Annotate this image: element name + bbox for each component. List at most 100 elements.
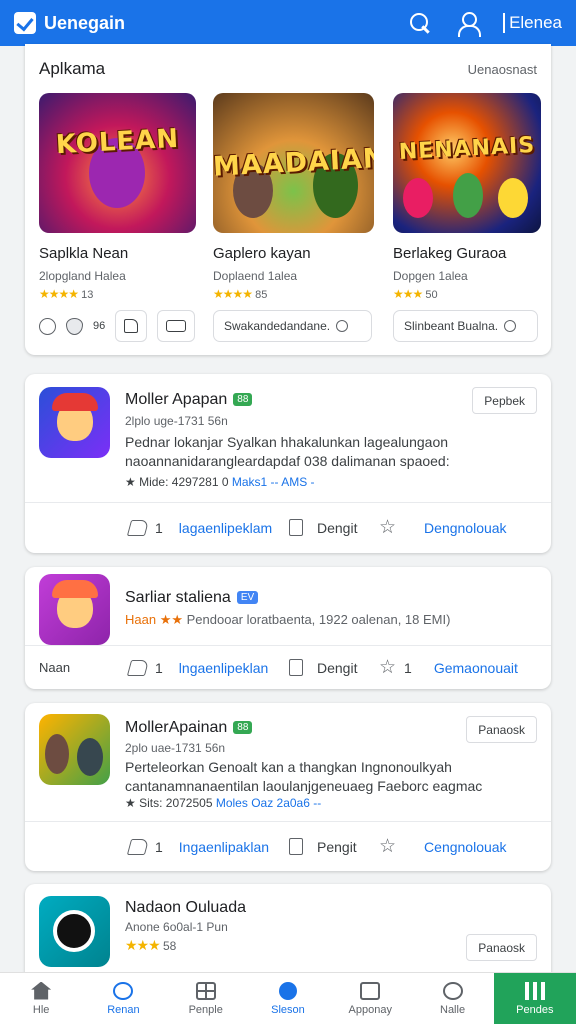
stats-value: 4297281 0 [171, 475, 229, 489]
app-icon [39, 896, 110, 967]
share-icon [126, 659, 150, 676]
account-icon[interactable] [455, 10, 482, 37]
star-label: Cengnolouak [424, 838, 507, 855]
game-name: Berlakeg Guraoa [393, 245, 507, 262]
character-figure [498, 178, 528, 218]
featured-more-link[interactable]: Uenaosnast [468, 62, 537, 77]
nav-item-renan[interactable]: Renan [82, 973, 164, 1024]
search-icon [336, 320, 349, 332]
star-action[interactable]: ☆ 1 Gemaonouait [379, 658, 518, 677]
header-link[interactable]: Elenea [503, 13, 562, 33]
share-icon [126, 838, 150, 855]
stats-link[interactable]: Maks1 -- AMS - [232, 475, 315, 489]
app-card[interactable]: Nadaon Ouluada Anone 6o0al-1 Pun ★★★ 58 … [25, 884, 551, 984]
nav-label: Sleson [271, 1003, 305, 1016]
app-action-row: 1 lagaenlipeklam Dengit ☆ Dengnolouak [25, 502, 551, 552]
app-card[interactable]: Sarliar staliena EV Haan ★★ Pendooar lora… [25, 567, 551, 689]
game-rating: ★★★★ 13 [39, 287, 196, 301]
document-icon [289, 519, 303, 536]
document-action[interactable]: Dengit [289, 519, 357, 536]
share-action[interactable]: 1 lagaenlipeklam [126, 519, 272, 536]
rating-value: 13 [81, 289, 94, 301]
app-icon [39, 714, 110, 785]
install-button[interactable]: Panaosk [466, 716, 537, 743]
rating-stars-icon: ★★★★ [213, 287, 253, 301]
character-figure [403, 178, 433, 218]
featured-action-label: Slinbeant Bualna. [404, 319, 499, 333]
app-tag: EV [236, 591, 259, 605]
game-developer: 2lopgland Halea [39, 269, 126, 283]
meta-text: Pendooar loratbaenta, 1922 oalenan, 18 E… [186, 612, 451, 627]
gamepad-icon [166, 320, 187, 332]
document-label: Dengit [317, 659, 358, 676]
banner-title: KOLEAN [55, 123, 180, 161]
nav-item-penple[interactable]: Penple [165, 973, 247, 1024]
featured-action-button[interactable]: Swakandedandane. [213, 310, 372, 342]
star-label: Gemaonouait [433, 659, 518, 676]
app-name: Sarliar staliena EV [125, 589, 259, 607]
star-action[interactable]: ☆ Dengnolouak [379, 518, 507, 537]
star-label: Dengnolouak [424, 519, 507, 536]
document-icon [289, 838, 303, 855]
document-label: Dengit [317, 519, 358, 536]
nav-item-sleson[interactable]: Sleson [247, 973, 329, 1024]
hat-icon [52, 393, 98, 411]
nav-item-apponay[interactable]: Apponay [329, 973, 411, 1024]
meta-prefix: Haan ★★ [125, 612, 183, 627]
share-action[interactable]: 1 lngaenlipeklan [126, 659, 268, 676]
install-button[interactable]: Panaosk [466, 934, 537, 961]
document-action[interactable]: Pengit [289, 838, 357, 855]
hat-icon [52, 580, 98, 598]
install-button[interactable]: Pepbek [472, 387, 537, 414]
rating-value: 50 [425, 289, 438, 301]
bomb-icon [53, 910, 95, 952]
gamepad-button[interactable] [157, 310, 196, 342]
mini-count: 96 [93, 320, 106, 332]
app-logo-icon [14, 12, 36, 34]
nav-item-nalle[interactable]: Nalle [411, 973, 493, 1024]
nav-item-home[interactable]: Hle [0, 973, 82, 1024]
app-name-text: Moller Apapan [125, 391, 228, 408]
timer-icon[interactable] [39, 317, 56, 335]
game-banner-image: NENANAIS [393, 93, 541, 233]
app-name: Nadaon Ouluada [125, 899, 246, 917]
app-card[interactable]: Moller Apapan 88 2lplo uge-1731 56n Pedna… [25, 374, 551, 553]
shield-icon[interactable] [66, 317, 83, 335]
game-name: Saplkla Nean [39, 245, 129, 262]
app-name-text: Nadaon Ouluada [125, 899, 246, 916]
app-description: Pednar lokanjar Syalkan hhakalunkan lage… [125, 434, 450, 469]
star-icon: ☆ [379, 517, 397, 538]
featured-game-card[interactable]: KOLEAN Saplkla Nean 2lopgland Halea ★★★★… [39, 93, 196, 301]
bot-icon [113, 981, 134, 1000]
nav-item-pendes[interactable]: Pendes [493, 973, 576, 1024]
rating-stars-icon: ★★★ [125, 937, 161, 953]
stats-prefix: ★ Sits: [125, 796, 163, 810]
featured-section: Aplkama Uenaosnast KOLEAN Saplkla Nean 2… [25, 44, 551, 355]
app-title: Uenegain [44, 12, 126, 33]
home-icon [31, 981, 52, 1000]
stats-value: 2072505 [165, 796, 213, 810]
share-action[interactable]: 1 Ingaenlipaklan [126, 838, 269, 855]
nav-label: Apponay [348, 1003, 392, 1016]
star-icon: ☆ [379, 836, 397, 857]
app-meta: Anone 6o0al-1 Pun [125, 920, 228, 934]
game-rating: ★★★ 50 [393, 287, 541, 301]
dots-icon [442, 981, 463, 1000]
app-tag: 88 [233, 393, 253, 407]
app-card[interactable]: MollerApainan 88 2plo uae-1731 56n Pertel… [25, 703, 551, 871]
stats-link[interactable]: Moles Oaz 2a0a6 -- [216, 796, 321, 810]
featured-game-card[interactable]: NENANAIS Berlakeg Guraoa Dopgen 1alea ★★… [393, 93, 541, 301]
nav-label: Pendes [516, 1003, 554, 1016]
document-action[interactable]: Dengit [289, 659, 357, 676]
character-figure [77, 738, 103, 776]
like-button[interactable] [115, 310, 148, 342]
rating-value: 58 [163, 939, 177, 953]
app-action-row: Naan 1 lngaenlipeklan Dengit ☆ 1 Gemaono… [25, 645, 551, 689]
star-action[interactable]: ☆ Cengnolouak [379, 837, 507, 856]
featured-game-card[interactable]: MAADAIAN Gaplero kayan Doplaend 1alea ★★… [213, 93, 374, 301]
game-banner-image: KOLEAN [39, 93, 196, 233]
featured-action-button[interactable]: Slinbeant Bualna. [393, 310, 538, 342]
app-name-text: Sarliar staliena [125, 589, 231, 606]
search-icon[interactable] [407, 10, 433, 36]
bottom-navigation: Hle Renan Penple Sleson Apponay Nalle Pe… [0, 972, 576, 1024]
